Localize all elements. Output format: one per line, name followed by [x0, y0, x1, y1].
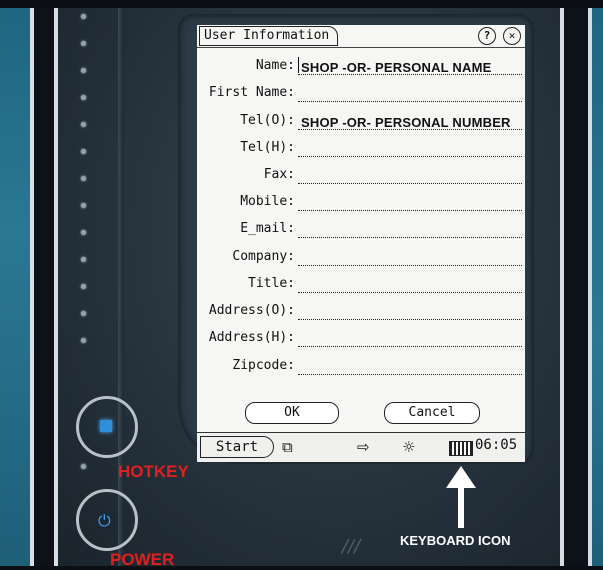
indicator-dot	[81, 14, 86, 19]
field-label: Zipcode:	[232, 358, 295, 373]
top-frame	[0, 0, 603, 8]
indicator-dot	[81, 122, 86, 127]
field-row-company: Company:	[197, 247, 525, 269]
field-row-mobile: Mobile:	[197, 192, 525, 214]
field-row-first-name: First Name:	[197, 83, 525, 105]
indicator-dot	[81, 311, 86, 316]
field-row-address-office: Address(O):	[197, 301, 525, 323]
company-field[interactable]	[298, 265, 522, 266]
ok-button[interactable]: OK	[245, 402, 339, 424]
dark-gap	[564, 8, 588, 566]
keyboard-icon-annotation: KEYBOARD ICON	[400, 533, 511, 548]
hotkey-annotation: HOTKEY	[118, 462, 189, 481]
field-label: Tel(H):	[240, 140, 295, 155]
address-office-field[interactable]	[298, 319, 522, 320]
indicator-dot	[81, 464, 86, 469]
help-icon[interactable]: ?	[478, 27, 496, 45]
cancel-button[interactable]: Cancel	[384, 402, 480, 424]
device-ridge	[118, 8, 124, 566]
field-label: Address(O):	[208, 303, 295, 318]
transfer-arrow-icon[interactable]: ⇨	[357, 438, 370, 456]
field-label: First Name:	[208, 85, 295, 100]
field-label: Mobile:	[240, 194, 295, 209]
clock: 06:05	[475, 437, 518, 453]
field-row-fax: Fax:	[197, 165, 525, 187]
indicator-dot	[81, 257, 86, 262]
power-annotation: POWER	[110, 550, 175, 569]
pointer-arrow-head	[446, 466, 476, 488]
indicator-dot	[81, 176, 86, 181]
indicator-dot	[81, 284, 86, 289]
hotkey-button[interactable]	[100, 420, 112, 432]
field-row-email: E_mail:	[197, 219, 525, 241]
tel-home-field[interactable]	[298, 156, 522, 157]
mobile-field[interactable]	[298, 210, 522, 211]
field-label: Address(H):	[208, 330, 295, 345]
indicator-dot	[81, 230, 86, 235]
address-home-field[interactable]	[298, 346, 522, 347]
field-row-name: Name: SHOP -OR- PERSONAL NAME	[197, 56, 525, 78]
indicator-dot	[81, 41, 86, 46]
brightness-icon[interactable]: ☼	[402, 438, 415, 456]
right-background-panel	[592, 8, 603, 566]
field-label: Fax:	[263, 167, 295, 182]
indicator-dot	[81, 149, 86, 154]
pda-screen: User Information ? ✕ Name: SHOP -OR- PER…	[197, 25, 525, 462]
fax-field[interactable]	[298, 183, 522, 184]
task-switcher-icon[interactable]: ⧉	[282, 438, 293, 456]
name-input[interactable]: SHOP -OR- PERSONAL NAME	[301, 60, 491, 75]
zipcode-field[interactable]	[298, 374, 522, 375]
field-label: Title:	[248, 276, 295, 291]
field-row-tel-office: Tel(O): SHOP -OR- PERSONAL NUMBER	[197, 111, 525, 133]
dialog-titlebar: User Information ? ✕	[197, 25, 525, 48]
indicator-dot	[81, 68, 86, 73]
field-row-tel-home: Tel(H):	[197, 138, 525, 160]
email-field[interactable]	[298, 237, 522, 238]
bottom-frame	[0, 566, 603, 570]
pointer-arrow-shaft	[458, 488, 464, 528]
indicator-dot	[81, 338, 86, 343]
device-logo: ///	[342, 536, 361, 557]
close-icon[interactable]: ✕	[503, 27, 521, 45]
dark-gap	[34, 8, 54, 566]
field-row-title: Title:	[197, 274, 525, 296]
indicator-dot	[81, 95, 86, 100]
indicator-dot	[81, 203, 86, 208]
dialog-title: User Information	[199, 26, 339, 46]
first-name-field[interactable]	[298, 101, 522, 102]
field-label: E_mail:	[240, 221, 295, 236]
title-field[interactable]	[298, 292, 522, 293]
taskbar: Start ⧉ ⇨ ☼ 06:05	[197, 432, 525, 462]
field-label: Name:	[255, 58, 295, 73]
text-cursor	[298, 57, 299, 73]
field-label: Company:	[232, 249, 295, 264]
keyboard-icon[interactable]	[449, 441, 473, 456]
field-label: Tel(O):	[240, 113, 295, 128]
tel-office-input[interactable]: SHOP -OR- PERSONAL NUMBER	[301, 115, 511, 130]
left-background-panel	[0, 8, 30, 566]
field-row-zipcode: Zipcode:	[197, 356, 525, 378]
start-button[interactable]: Start	[200, 436, 274, 458]
field-row-address-home: Address(H):	[197, 328, 525, 350]
name-field[interactable]	[298, 74, 522, 75]
tel-office-field[interactable]	[298, 129, 522, 130]
power-icon[interactable]: ⏻	[98, 511, 111, 531]
